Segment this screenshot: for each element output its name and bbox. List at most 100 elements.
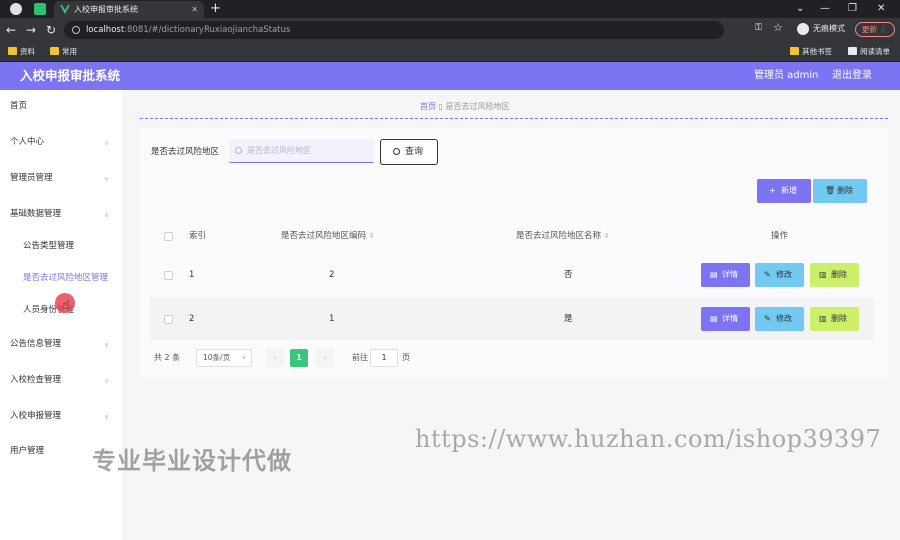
sidebar-item-admin-mgmt[interactable]: 管理员管理: [10, 172, 53, 184]
query-button[interactable]: 查询: [380, 139, 438, 165]
folder-icon: [790, 47, 799, 55]
search-input[interactable]: [229, 139, 374, 163]
cell-index: 2: [189, 314, 195, 324]
bookmark-label: 其他书签: [802, 47, 832, 56]
close-tab-icon[interactable]: ✕: [191, 1, 198, 18]
search-icon: [393, 148, 400, 155]
cell-name: 否: [564, 270, 573, 280]
chevron-down-icon: ∨: [241, 354, 246, 361]
add-button[interactable]: + 新增: [757, 179, 811, 203]
chevron-down-icon: ∨: [104, 377, 110, 385]
sidebar-item-home[interactable]: 首页: [10, 100, 27, 112]
search-icon: [235, 147, 242, 154]
edit-button[interactable]: ✎ 修改: [755, 307, 804, 331]
page-number-current[interactable]: 1: [290, 349, 308, 367]
watermark-right: https://www.huzhan.com/ishop39397: [415, 425, 882, 453]
browser-tab-active[interactable]: 入校申报审批系统 ✕: [54, 1, 204, 18]
goto-page-input[interactable]: 1: [370, 349, 398, 367]
site-info-icon[interactable]: [72, 26, 80, 34]
cell-index: 1: [189, 270, 195, 280]
batch-delete-button[interactable]: 🗑 删除: [813, 179, 867, 203]
new-tab-icon[interactable]: +: [210, 0, 221, 18]
edit-label: 修改: [776, 314, 792, 323]
chevron-down-icon: ∨: [104, 139, 110, 147]
bookmark-folder-other[interactable]: 其他书签: [790, 46, 832, 57]
sidebar-item-profile[interactable]: 个人中心: [10, 136, 44, 148]
admin-label: 管理员 admin: [754, 70, 819, 81]
prev-page-button[interactable]: ‹: [266, 349, 284, 367]
divider: [140, 118, 888, 119]
next-page-button[interactable]: ›: [316, 349, 334, 367]
maximize-icon[interactable]: ❐: [848, 0, 857, 18]
pagination-total: 共 2 条: [154, 353, 181, 362]
reading-list-icon: [848, 47, 857, 55]
delete-button[interactable]: ▥ 删除: [810, 263, 859, 287]
url-host: localhost: [86, 25, 125, 35]
detail-label: 详情: [722, 270, 738, 279]
forward-icon[interactable]: →: [26, 22, 36, 38]
reading-list[interactable]: 阅读清单: [848, 46, 890, 57]
logout-link[interactable]: 退出登录: [832, 62, 872, 90]
key-icon[interactable]: ⚿: [755, 23, 767, 35]
page-size-value: 10条/页: [203, 353, 231, 362]
column-header-code[interactable]: 是否去过风险地区编码 ⇕: [281, 230, 375, 242]
column-header-name[interactable]: 是否去过风险地区名称 ⇕: [516, 230, 610, 242]
delete-button[interactable]: ▥ 删除: [810, 307, 859, 331]
back-icon[interactable]: ←: [6, 22, 16, 38]
browser-tab-bar: 入校申报审批系统 ✕ + ⌄ — ❐ ✕: [0, 0, 900, 18]
plus-icon: +: [769, 186, 776, 195]
column-header-ops: 操作: [771, 231, 789, 241]
breadcrumb-home[interactable]: 首页: [420, 102, 436, 111]
browser-menu-icon[interactable]: [10, 3, 22, 15]
query-button-label: 查询: [405, 147, 424, 157]
add-button-label: 新增: [781, 186, 797, 195]
bookmark-label: 资料: [20, 47, 35, 56]
sidebar-item-base-data[interactable]: 基础数据管理: [10, 208, 61, 220]
content-panel: [140, 128, 888, 378]
row-checkbox[interactable]: [164, 315, 173, 324]
chevron-up-icon: ∧: [104, 211, 110, 219]
sidebar-item-entry-declare[interactable]: 入校申报管理: [10, 410, 61, 422]
incognito-label: 无痕模式: [813, 24, 845, 33]
delete-label: 删除: [831, 314, 847, 323]
detail-button[interactable]: ▤ 详情: [701, 307, 750, 331]
hand-cursor-icon: ☝: [62, 298, 70, 313]
sort-icon[interactable]: ⇕: [604, 232, 610, 240]
sidebar-item-notice-type[interactable]: 公告类型管理: [23, 240, 74, 252]
incognito-icon: [797, 23, 809, 35]
address-bar[interactable]: localhost:8081/#/dictionaryRuxiaojiancha…: [64, 21, 724, 39]
sidebar-item-entry-check[interactable]: 入校检查管理: [10, 374, 61, 386]
trash-icon: 🗑: [825, 186, 836, 195]
pinned-tab-icon[interactable]: [34, 3, 46, 15]
page-size-select[interactable]: 10条/页 ∨: [196, 349, 252, 367]
tab-search-icon[interactable]: ⌄: [796, 0, 804, 18]
breadcrumb: 首页 ▯ 是否去过风险地区: [420, 101, 510, 113]
sort-icon[interactable]: ⇕: [369, 232, 375, 240]
sidebar-item-users[interactable]: 用户管理: [10, 445, 44, 457]
detail-label: 详情: [722, 314, 738, 323]
folder-icon: [8, 47, 17, 55]
cell-name: 是: [564, 314, 573, 324]
minimize-icon[interactable]: —: [820, 0, 830, 18]
edit-button[interactable]: ✎ 修改: [755, 263, 804, 287]
document-icon: ▤: [710, 314, 718, 323]
bookmark-folder[interactable]: 常用: [50, 46, 77, 57]
bookmark-folder[interactable]: 资料: [8, 46, 35, 57]
page-unit-label: 页: [402, 353, 410, 362]
detail-button[interactable]: ▤ 详情: [701, 263, 750, 287]
sidebar-item-risk-area[interactable]: 是否去过风险地区管理: [23, 272, 108, 284]
chevron-down-icon: ∨: [104, 341, 110, 349]
folder-icon: [50, 47, 59, 55]
bookmark-star-icon[interactable]: ☆: [773, 21, 783, 34]
row-checkbox[interactable]: [164, 271, 173, 280]
update-button[interactable]: 更新 ⋮: [855, 22, 895, 37]
incognito-indicator[interactable]: 无痕模式: [797, 23, 845, 35]
reload-icon[interactable]: ↻: [46, 22, 56, 38]
breadcrumb-separator-icon: ▯: [438, 102, 446, 111]
update-label: 更新: [862, 25, 877, 34]
close-window-icon[interactable]: ✕: [877, 0, 885, 18]
cell-code: 1: [329, 314, 335, 324]
select-all-checkbox[interactable]: [164, 232, 173, 241]
watermark-left: 专业毕业设计代做: [92, 447, 292, 475]
sidebar-item-notice-info[interactable]: 公告信息管理: [10, 338, 61, 350]
